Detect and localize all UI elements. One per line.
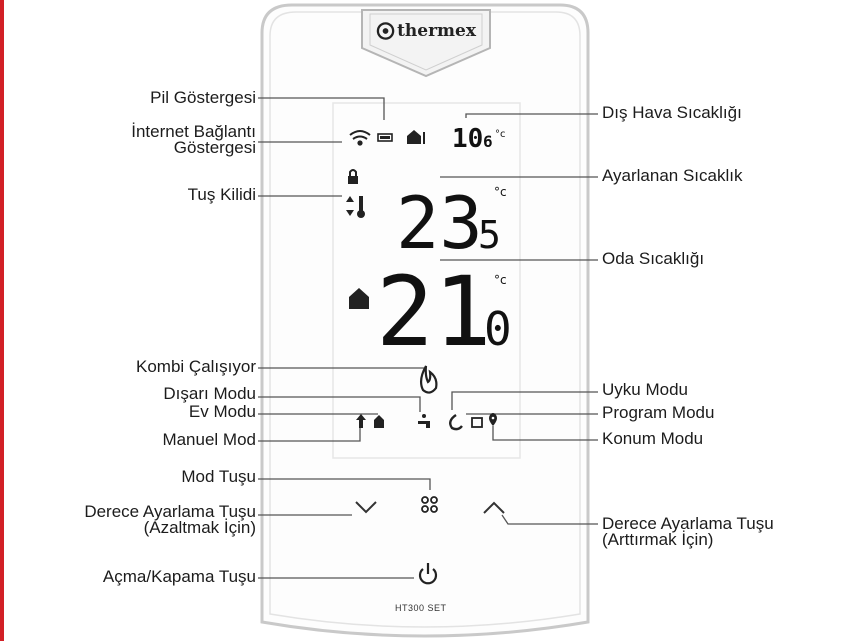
- label-mode-key: Mod Tuşu: [181, 467, 256, 486]
- label-up-key: Derece Ayarlama Tuşu (Arttırmak İçin): [602, 515, 774, 549]
- room-temp-int: 21: [376, 256, 492, 368]
- set-temp-int: 23: [396, 181, 483, 265]
- label-home-mode: Ev Modu: [188, 402, 256, 421]
- model-number: HT300 SET: [395, 603, 447, 613]
- label-power-key: Açma/Kapama Tuşu: [102, 567, 256, 586]
- set-temp-unit: °c: [494, 185, 507, 199]
- label-boiler-running: Kombi Çalışıyor: [136, 357, 256, 376]
- label-room-temp: Oda Sıcaklığı: [602, 249, 705, 268]
- label-down-key: Derece Ayarlama Tuşu (Azaltmak İçin): [84, 503, 256, 537]
- outdoor-temp-int: 10: [452, 124, 483, 154]
- set-temp-dec: 5: [478, 213, 501, 257]
- label-away-mode: Dışarı Modu: [163, 384, 256, 403]
- label-outdoor-temp: Dış Hava Sıcaklığı: [602, 103, 742, 122]
- room-temp-display: 21 0 °c: [376, 256, 512, 368]
- label-manual-mode: Manuel Mod: [162, 430, 256, 449]
- label-battery: Pil Göstergesi: [150, 88, 256, 107]
- outdoor-temp-unit: °c: [495, 129, 506, 140]
- label-set-temp: Ayarlanan Sıcaklık: [602, 166, 743, 185]
- thermex-logo-icon: [376, 22, 395, 40]
- outdoor-temp-dec: 6: [483, 132, 493, 151]
- label-key-lock: Tuş Kilidi: [187, 185, 256, 204]
- label-internet-line2: Göstergesi: [173, 138, 256, 157]
- brand-logo: thermex: [376, 16, 476, 46]
- label-down-key-line2: (Azaltmak İçin): [143, 518, 256, 537]
- label-internet: İnternet Bağlantı Göstergesi: [131, 123, 256, 157]
- room-temp-unit: °c: [494, 273, 507, 287]
- brand-name: thermex: [397, 21, 476, 41]
- room-temp-dec: 0: [484, 302, 512, 356]
- label-location-mode: Konum Modu: [602, 429, 704, 448]
- label-up-key-line2: (Arttırmak İçin): [602, 530, 714, 549]
- label-program-mode: Program Modu: [602, 403, 715, 422]
- label-sleep-mode: Uyku Modu: [602, 380, 688, 399]
